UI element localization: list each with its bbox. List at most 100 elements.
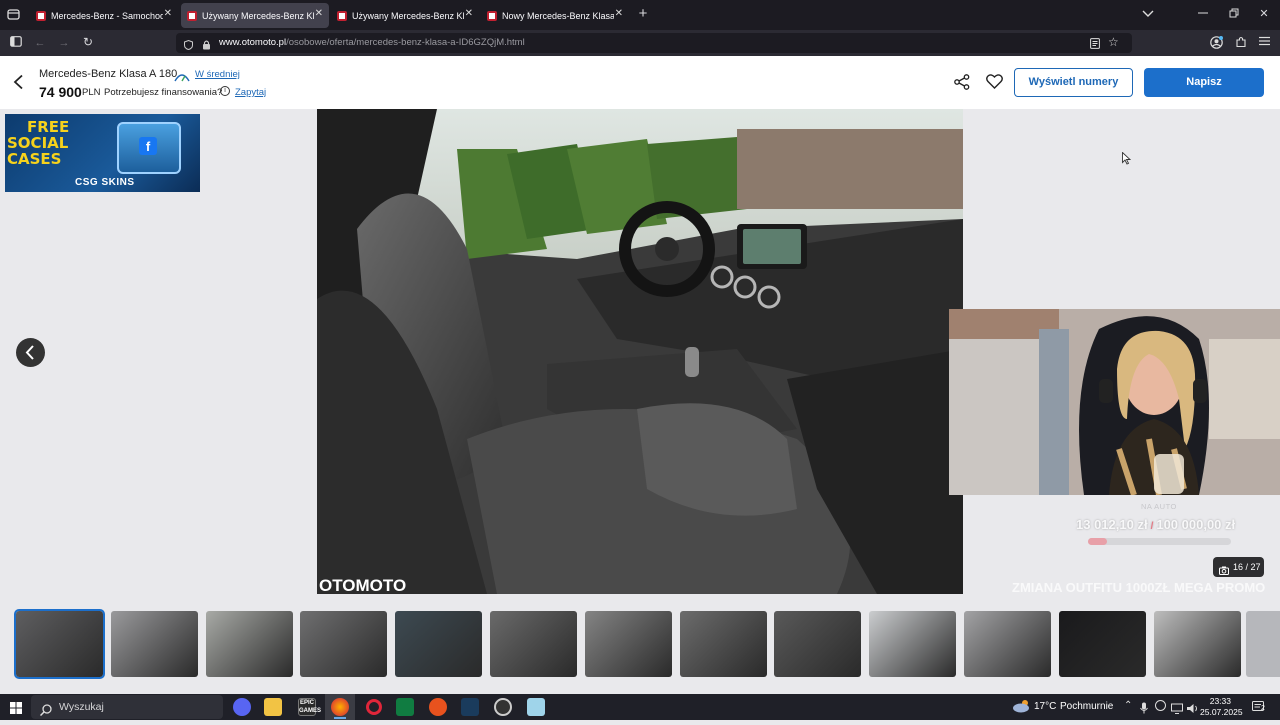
photo-thumbnail[interactable] (300, 611, 388, 677)
steam-icon[interactable] (461, 698, 479, 716)
promo-ticker: ZMIANA OUTFITU 1000ZŁ MEGA PROMO (1012, 580, 1266, 595)
list-tabs-chevron-icon[interactable] (1141, 8, 1155, 22)
minimize-icon[interactable] (1196, 8, 1210, 22)
photo-thumbnail[interactable] (584, 611, 672, 677)
photo-thumbnail[interactable] (869, 611, 957, 677)
obs-studio-icon[interactable] (494, 698, 512, 716)
extensions-icon[interactable] (1234, 36, 1248, 52)
price-value: 74 900 (39, 84, 82, 100)
notifications-icon[interactable]: 2 (1252, 700, 1266, 718)
url-domain: www.otomoto.pl (219, 37, 287, 48)
tab-3[interactable]: Używany Mercedes-Benz Klasa ✕ (331, 3, 479, 28)
back-icon[interactable]: ← (33, 36, 47, 50)
close-window-icon[interactable]: ✕ (1257, 7, 1271, 21)
photo-thumbnail[interactable] (14, 609, 105, 679)
tab-title: Używany Mercedes-Benz Klasa (352, 10, 464, 21)
show-numbers-button[interactable]: Wyświetl numery (1014, 68, 1133, 97)
clock-time[interactable]: 23:33 (1203, 696, 1231, 706)
tab-title: Nowy Mercedes-Benz Klasa G 2 (502, 10, 614, 21)
price-rating-link[interactable]: W średniej (195, 69, 240, 80)
photo-thumbnail[interactable] (679, 611, 767, 677)
windows-start-icon[interactable] (10, 701, 22, 719)
tray-chevron-icon[interactable]: ⌃ (1124, 700, 1132, 711)
otomoto-favicon-icon (36, 10, 46, 21)
photo-counter-badge: 16 / 27 (1213, 557, 1264, 577)
address-bar[interactable]: www.otomoto.pl/osobowe/oferta/mercedes-b… (176, 33, 1132, 53)
donation-current: 13 012,10 zł (1076, 517, 1148, 532)
url-path: /osobowe/oferta/mercedes-benz-klasa-a-ID… (286, 37, 525, 48)
donation-label: NA AUTO (1141, 502, 1177, 511)
close-tab-icon[interactable]: ✕ (465, 8, 473, 19)
streamer-webcam-overlay (949, 309, 1280, 495)
ad-brand: CSG SKINS (75, 177, 135, 188)
tab-title: Używany Mercedes-Benz Klasa (202, 10, 314, 21)
weather-desc: Pochmurnie (1060, 701, 1114, 712)
sidebar-toggle-icon[interactable] (9, 36, 23, 51)
reader-view-icon[interactable] (1090, 37, 1100, 57)
bookmark-star-icon[interactable]: ☆ (1108, 36, 1119, 49)
camera-icon (1219, 562, 1229, 582)
write-message-button[interactable]: Napisz (1144, 68, 1264, 97)
epic-games-icon[interactable]: EPIC GAMES (298, 698, 321, 716)
notepad-icon[interactable] (527, 698, 545, 716)
microphone-icon[interactable] (1140, 701, 1148, 719)
forward-icon[interactable]: → (57, 36, 71, 50)
opera-gx-icon[interactable] (366, 699, 382, 715)
favorite-heart-icon[interactable] (986, 74, 1003, 94)
info-icon[interactable]: i (220, 86, 230, 96)
otomoto-favicon-icon (487, 10, 497, 21)
ad-line-2: SOCIAL (7, 134, 69, 152)
photo-thumbnail[interactable] (774, 611, 862, 677)
tab-2[interactable]: Używany Mercedes-Benz Klasa ✕ (181, 3, 329, 28)
clock-date[interactable]: 25.07.2025 (1200, 707, 1243, 717)
discord-icon[interactable] (233, 698, 251, 716)
donation-progress-track (1088, 538, 1231, 545)
price-currency: PLN (82, 87, 101, 98)
close-tab-icon[interactable]: ✕ (615, 8, 623, 19)
close-tab-icon[interactable]: ✕ (164, 8, 172, 19)
lock-icon[interactable] (202, 38, 211, 58)
photo-thumbnail[interactable] (490, 611, 577, 677)
photo-thumbnail[interactable] (1058, 611, 1146, 677)
tab-4[interactable]: Nowy Mercedes-Benz Klasa G 2 ✕ (481, 3, 629, 28)
financing-ask-link[interactable]: Zapytaj (235, 87, 266, 98)
car-interior-photo[interactable]: OTOMOTO (317, 109, 963, 594)
photo-thumbnail[interactable] (110, 611, 198, 677)
menu-hamburger-icon[interactable] (1257, 36, 1271, 50)
xbox-app-icon[interactable] (396, 698, 414, 716)
previous-photo-button[interactable] (16, 338, 45, 367)
financing-question: Potrzebujesz finansowania? (104, 87, 223, 98)
file-explorer-icon[interactable] (264, 698, 282, 716)
tab-overview-icon[interactable] (6, 8, 20, 24)
close-tab-icon[interactable]: ✕ (315, 8, 323, 19)
restore-icon[interactable] (1227, 8, 1241, 22)
tray-app-icon[interactable] (1155, 700, 1166, 711)
taskbar-search-box[interactable]: Wyszukaj (31, 695, 223, 719)
ad-line-3: CASES (7, 150, 62, 168)
photo-thumbnail[interactable] (395, 611, 483, 677)
photo-counter-text: 16 / 27 (1233, 562, 1261, 572)
reload-icon[interactable]: ↻ (81, 35, 95, 49)
ad-line-1: FREE (27, 118, 70, 136)
donation-goal: 100 000,00 zł (1156, 517, 1236, 532)
otomoto-favicon-icon (187, 10, 197, 21)
thumbnail-partial[interactable] (1246, 611, 1280, 677)
photo-thumbnail[interactable] (964, 611, 1051, 677)
ad-banner[interactable]: FREE SOCIAL CASES f CSG SKINS (5, 114, 200, 192)
donation-progress-fill (1088, 538, 1107, 545)
photo-thumbnail[interactable] (1153, 611, 1241, 677)
tab-1[interactable]: Mercedes-Benz - Samochody O ✕ (30, 3, 178, 28)
brave-icon[interactable] (429, 698, 447, 716)
new-tab-icon[interactable]: + (636, 6, 650, 21)
back-arrow-icon[interactable] (13, 74, 25, 95)
firefox-icon[interactable] (331, 698, 349, 716)
donation-amounts: 13 012,10 zł/100 000,00 zł (1076, 517, 1236, 532)
account-icon[interactable] (1209, 36, 1223, 53)
photo-thumbnail[interactable] (205, 611, 293, 677)
share-icon[interactable] (954, 74, 970, 95)
network-icon[interactable] (1171, 701, 1183, 719)
listing-title: Mercedes-Benz Klasa A 180 (39, 68, 178, 80)
weather-cloud-icon[interactable] (1012, 699, 1032, 718)
volume-icon[interactable] (1187, 701, 1199, 719)
shield-icon[interactable] (184, 38, 193, 58)
